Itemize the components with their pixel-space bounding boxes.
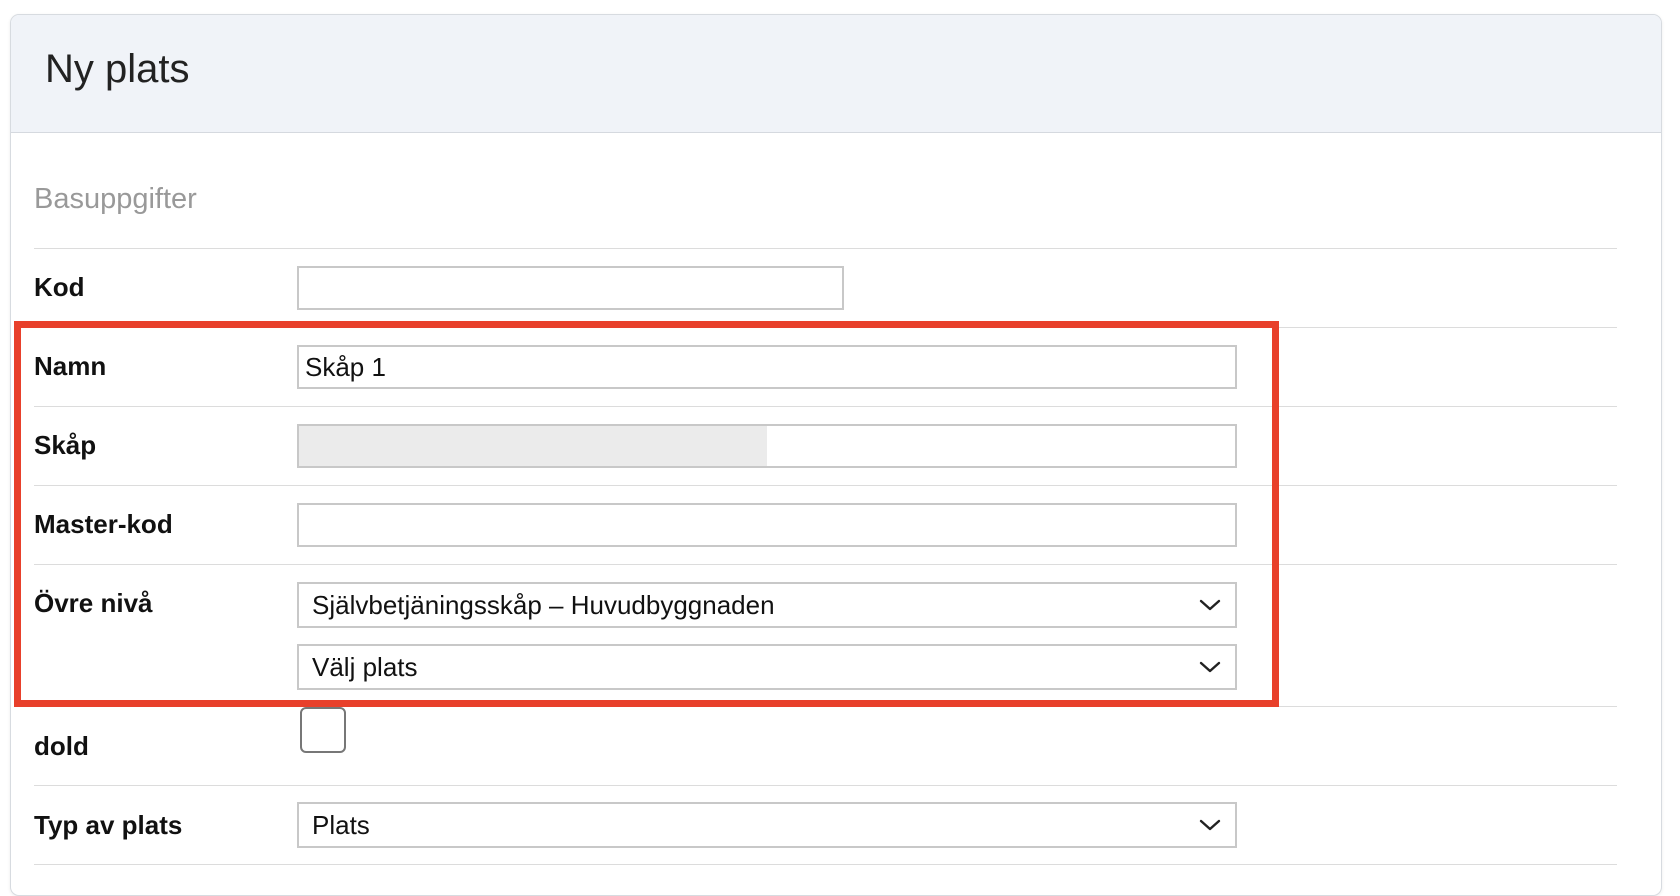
skap-field[interactable]	[297, 424, 1237, 468]
divider	[34, 706, 1617, 707]
divider	[34, 785, 1617, 786]
dold-checkbox[interactable]	[300, 707, 346, 753]
plats-select-value: Välj plats	[312, 651, 418, 682]
kod-label: Kod	[34, 272, 85, 302]
dold-label: dold	[34, 731, 89, 761]
card-header: Ny plats	[11, 15, 1661, 133]
page-title: Ny plats	[45, 47, 190, 91]
chevron-down-icon	[1199, 661, 1221, 673]
kod-input[interactable]	[297, 266, 844, 310]
divider	[34, 485, 1617, 486]
typ-av-plats-select-value: Plats	[312, 809, 370, 840]
master-kod-label: Master-kod	[34, 509, 173, 539]
skap-loading-bar	[299, 426, 767, 466]
namn-label: Namn	[34, 351, 107, 381]
chevron-down-icon	[1199, 819, 1221, 831]
section-title: Basuppgifter	[34, 183, 197, 215]
skap-label: Skåp	[34, 430, 97, 460]
divider	[34, 327, 1617, 328]
ovre-niva-select-value: Självbetjäningsskåp – Huvudbyggnaden	[312, 589, 775, 620]
divider	[34, 864, 1617, 865]
plats-select[interactable]: Välj plats	[297, 644, 1237, 690]
ovre-niva-select[interactable]: Självbetjäningsskåp – Huvudbyggnaden	[297, 582, 1237, 628]
typ-av-plats-select[interactable]: Plats	[297, 802, 1237, 848]
typ-av-plats-label: Typ av plats	[34, 810, 183, 840]
divider	[34, 564, 1617, 565]
chevron-down-icon	[1199, 599, 1221, 611]
divider	[34, 406, 1617, 407]
namn-input[interactable]	[297, 345, 1237, 389]
master-kod-input[interactable]	[297, 503, 1237, 547]
ovre-niva-label: Övre nivå	[34, 588, 153, 618]
divider	[34, 248, 1617, 249]
